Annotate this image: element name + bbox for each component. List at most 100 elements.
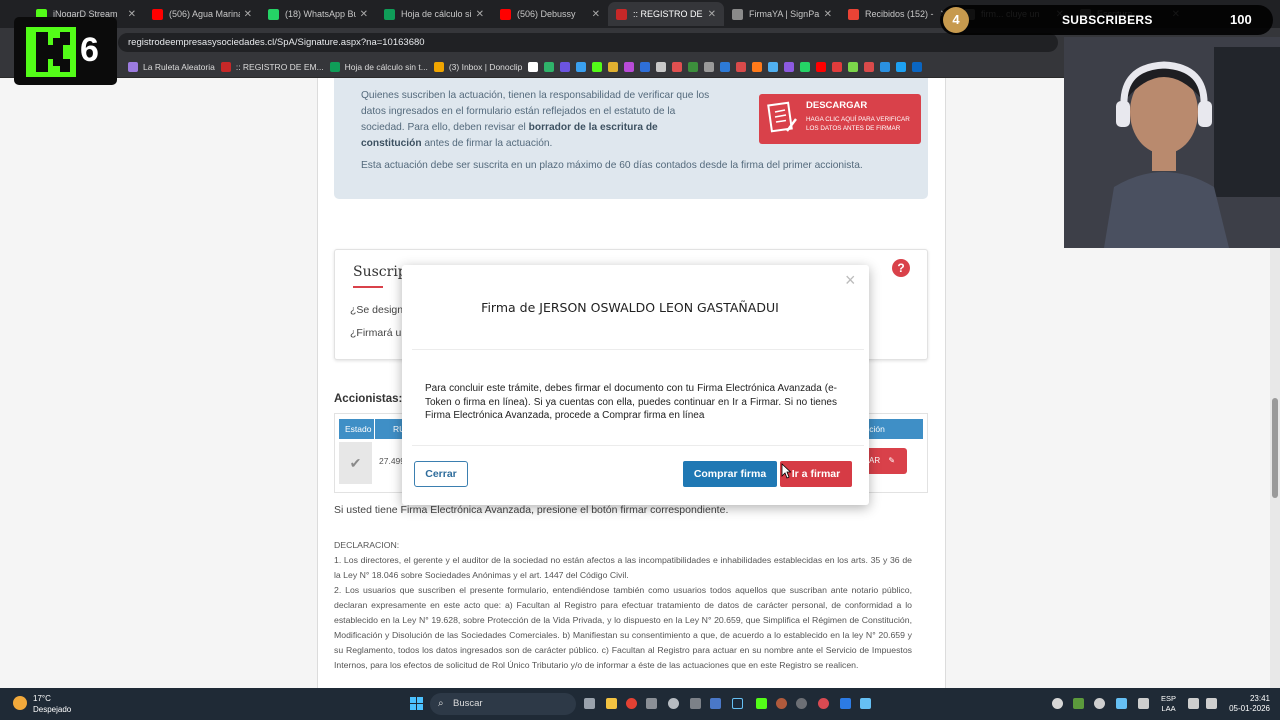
browser-tab[interactable]: :: REGISTRO DE E ✕ [608,2,724,26]
bookmark-label: :: REGISTRO DE EM... [235,61,324,72]
task-view-icon[interactable] [584,698,595,709]
volume-icon[interactable] [1206,698,1217,709]
bookmark-favicon-icon[interactable] [848,61,859,72]
tray-icon[interactable] [1073,698,1084,709]
comprar-firma-button[interactable]: Comprar firma [683,461,777,487]
download-title: DESCARGAR [806,100,868,111]
weather-moon-icon[interactable] [13,696,27,710]
obs-icon[interactable] [796,698,807,709]
bookmark-favicon-icon[interactable] [768,61,779,72]
declaration-item-1: 1. Los directores, el gerente y el audit… [334,555,912,580]
tab-close-icon[interactable]: ✕ [824,9,832,20]
tab-favicon-icon [268,8,279,20]
bookmark-favicon-icon[interactable] [736,61,747,72]
document-icon [767,101,797,133]
settings-icon[interactable] [668,698,679,709]
app-icon[interactable] [840,698,851,709]
tab-close-icon[interactable]: ✕ [244,9,252,20]
help-icon[interactable]: ? [892,259,910,277]
bookmark-favicon-icon[interactable] [784,61,795,72]
bookmark-favicon-icon[interactable] [528,61,539,72]
search-label: Buscar [453,698,483,709]
tray-icon[interactable] [1052,698,1063,709]
cerrar-button[interactable]: Cerrar [414,461,468,487]
tab-close-icon[interactable]: ✕ [128,9,136,20]
network-icon[interactable] [1188,698,1199,709]
bookmark-favicon-icon[interactable] [640,61,651,72]
kick-app-icon[interactable] [756,698,767,709]
bookmark-favicon-icon[interactable] [608,61,619,72]
chrome-icon[interactable] [626,698,637,709]
bookmark-favicon-icon[interactable] [816,61,827,72]
clock[interactable]: 23:41 05-01-2026 [1228,694,1270,714]
url-field[interactable]: registrodeempresasysociedades.cl/SpA/Sig… [118,33,1058,52]
tab-title: (18) WhatsApp Bu [285,9,356,19]
bookmark-label: La Ruleta Aleatoria [143,61,215,72]
bookmark-favicon-icon[interactable] [800,61,811,72]
language-indicator[interactable]: ESP LAA [1161,694,1176,714]
tray-icon[interactable] [1094,698,1105,709]
scrollbar-thumb[interactable] [1272,398,1278,498]
bookmark-label: (3) Inbox | Donoclip [448,61,523,72]
browser-tab[interactable]: Recibidos (152) -✕ [840,2,956,26]
bookmark-favicon-icon[interactable] [544,61,555,72]
accionistas-title: Accionistas: [334,393,403,405]
browser-tab[interactable]: (506) Debussy ✕ [492,2,608,26]
header-estado: Estado [345,424,372,434]
browser-tab[interactable]: Hoja de cálculo si ✕ [376,2,492,26]
bookmark-favicon-icon[interactable] [864,61,875,72]
tab-close-icon[interactable]: ✕ [708,9,716,20]
lang-code: ESP [1161,694,1177,703]
tab-close-icon[interactable]: ✕ [476,9,484,20]
taskbar-search[interactable]: ⌕ Buscar [430,693,576,715]
bookmark-item[interactable]: :: REGISTRO DE EM... [220,61,324,72]
bookmark-favicon-icon[interactable] [832,61,843,72]
bookmark-favicon-icon[interactable] [912,61,923,72]
tab-close-icon[interactable]: ✕ [360,9,368,20]
calculator-icon[interactable] [646,698,657,709]
app-icon[interactable] [776,698,787,709]
bookmark-favicon-icon [433,61,444,72]
modal-divider [412,445,864,446]
tab-close-icon[interactable]: ✕ [592,9,600,20]
microphone-icon[interactable] [1138,698,1149,709]
app-icon[interactable] [710,698,721,709]
bookmark-item[interactable]: (3) Inbox | Donoclip [433,61,523,72]
modal-body: Para concluir este trámite, debes firmar… [425,383,837,421]
edit-icon: ✎ [888,456,896,465]
windows-start-icon[interactable] [410,697,423,710]
row-firmar-button[interactable]: AR ✎ [865,448,907,474]
bookmark-favicon-icon[interactable] [672,61,683,72]
steam-icon[interactable] [732,698,743,709]
tab-favicon-icon [500,8,511,20]
tab-title: FirmaYA | SignPa [749,9,820,19]
tab-favicon-icon [616,8,627,20]
bookmark-favicon-icon[interactable] [752,61,763,72]
bookmark-favicon-icon[interactable] [656,61,667,72]
bookmark-favicon-icon[interactable] [720,61,731,72]
streamer-figure-icon [1064,37,1280,248]
download-button[interactable]: DESCARGAR HAGA CLIC AQUÍ PARA VERIFICAR … [759,94,921,144]
file-explorer-icon[interactable] [606,698,617,709]
bookmark-favicon-icon[interactable] [624,61,635,72]
close-icon[interactable]: × [845,270,856,291]
bookmark-favicon-icon[interactable] [704,61,715,72]
bookmark-item[interactable]: Hoja de cálculo sin t... [329,61,428,72]
bookmark-favicon-icon[interactable] [560,61,571,72]
bookmark-favicon-icon[interactable] [880,61,891,72]
bookmark-favicon-icon[interactable] [688,61,699,72]
steam-tray-icon[interactable] [1116,698,1127,709]
browser-tab[interactable]: (18) WhatsApp Bu ✕ [260,2,376,26]
browser-tab[interactable]: FirmaYA | SignPa ✕ [724,2,840,26]
steam-icon[interactable] [860,698,871,709]
browser-tab[interactable]: (506) Agua Marina ✕ [144,2,260,26]
bookmark-favicon-icon[interactable] [592,61,603,72]
kick-logo-overlay: 6 [14,17,117,85]
question-firmara: ¿Firmará u [350,327,402,339]
bookmark-item[interactable]: La Ruleta Aleatoria [128,61,215,72]
declaration-block: DECLARACION: 1. Los directores, el geren… [334,538,912,673]
app-icon[interactable] [818,698,829,709]
bookmark-favicon-icon[interactable] [896,61,907,72]
bookmark-favicon-icon[interactable] [576,61,587,72]
app-icon[interactable] [690,698,701,709]
